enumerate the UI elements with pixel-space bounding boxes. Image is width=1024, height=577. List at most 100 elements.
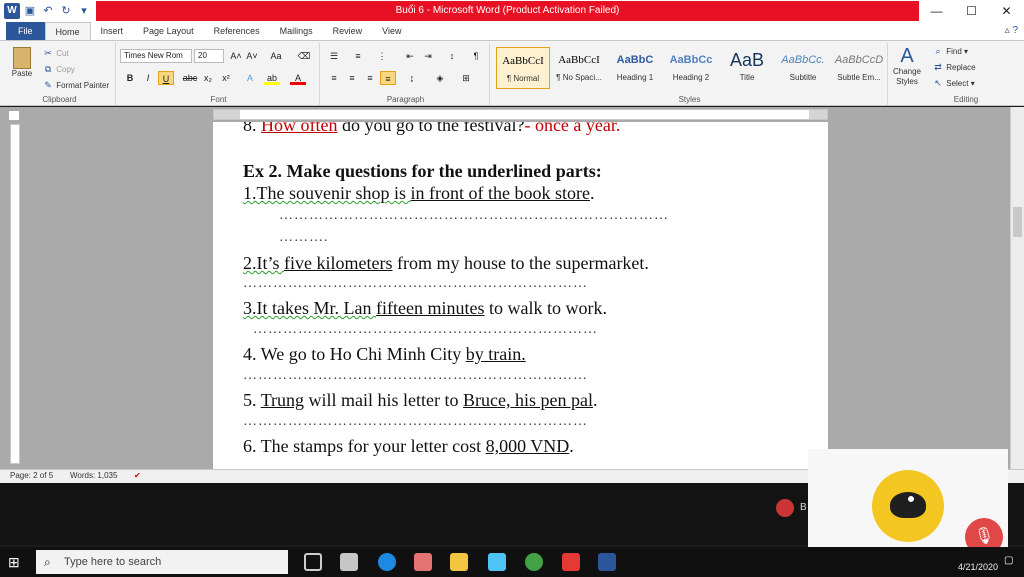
style-title[interactable]: AaB Title (720, 47, 774, 89)
style-normal[interactable]: AaBbCcI ¶ Normal (496, 47, 550, 89)
tab-references[interactable]: References (204, 22, 270, 40)
customize-qat-icon[interactable]: ▾ (76, 3, 92, 19)
bold-icon[interactable]: B (122, 71, 138, 85)
answer-line-2[interactable]: …………………………………………………………… (243, 276, 748, 292)
tab-file[interactable]: File (6, 22, 45, 40)
grow-font-icon[interactable]: A˄ (228, 49, 244, 63)
window-title: Buổi 6 - Microsoft Word (Product Activat… (96, 1, 919, 21)
document-page[interactable]: 8. How often do you go to the festival?-… (213, 122, 828, 469)
paste-button[interactable]: Paste (10, 45, 34, 85)
bird-eye (906, 494, 916, 504)
redo-icon[interactable]: ↻ (58, 3, 74, 19)
windows-start-icon[interactable]: ⊞ (8, 554, 24, 570)
select-button[interactable]: ↖ Select ▾ (932, 77, 975, 89)
help-icon[interactable]: ▵ ? (1005, 25, 1018, 36)
record-icon[interactable] (776, 499, 794, 517)
show-marks-icon[interactable]: ¶ (468, 49, 484, 63)
notification-icon[interactable]: ▢ (1004, 555, 1018, 569)
page-count[interactable]: Page: 2 of 5 (10, 471, 53, 480)
app-icon[interactable] (414, 553, 432, 571)
app2-icon[interactable] (488, 553, 506, 571)
tab-mailings[interactable]: Mailings (270, 22, 323, 40)
word-count[interactable]: Words: 1,035 (70, 471, 117, 480)
clear-format-icon[interactable]: ⌫ (296, 49, 312, 63)
increase-indent-icon[interactable]: ⇥ (420, 49, 436, 63)
subscript-icon[interactable]: x₂ (200, 71, 216, 85)
font-size-select[interactable]: 20 (194, 49, 224, 63)
tab-selector-button[interactable] (8, 110, 20, 121)
answer-line-1b[interactable]: ………. (279, 230, 359, 246)
line-spacing-icon[interactable]: ↨ (404, 71, 420, 85)
underline-icon[interactable]: U (158, 71, 174, 85)
answer-line-1[interactable]: …………………………………………………………………… (279, 208, 799, 224)
edge-icon[interactable] (378, 553, 396, 571)
style-subtitle[interactable]: AaBbCc. Subtitle (776, 47, 830, 89)
align-right-icon[interactable]: ≡ (362, 71, 378, 85)
select-cursor-icon: ↖ (934, 78, 942, 88)
text-effects-icon[interactable]: A (242, 71, 258, 85)
change-case-icon[interactable]: Aa (268, 49, 284, 63)
decrease-indent-icon[interactable]: ⇤ (402, 49, 418, 63)
vertical-scrollbar[interactable] (1010, 107, 1024, 469)
answer-line-5[interactable]: …………………………………………………………… (243, 414, 748, 430)
taskbar: ⊞ ⌕ Type here to search 4/21/2020 ▢ (0, 547, 1024, 577)
scroll-thumb[interactable] (1013, 207, 1022, 237)
chrome-icon[interactable] (525, 553, 543, 571)
highlight-icon[interactable]: ab (264, 71, 280, 85)
style-subtle-emphasis[interactable]: AaBbCcD Subtle Em... (832, 47, 886, 89)
vertical-ruler[interactable] (10, 124, 20, 464)
multilevel-list-icon[interactable]: ⋮ (374, 49, 390, 63)
ribbon: Paste ✂ Cut ⧉ Copy ✎ Format Painter Clip… (0, 40, 1024, 106)
borders-icon[interactable]: ⊞ (458, 71, 474, 85)
italic-icon[interactable]: I (140, 71, 156, 85)
shading-icon[interactable]: ◈ (432, 71, 448, 85)
taskbar-date[interactable]: 4/21/2020 (958, 562, 998, 572)
tab-insert[interactable]: Insert (91, 22, 134, 40)
tab-view[interactable]: View (372, 22, 411, 40)
replace-button[interactable]: ⇄ Replace (932, 61, 975, 73)
sort-icon[interactable]: ↕ (444, 49, 460, 63)
superscript-icon[interactable]: x² (218, 71, 234, 85)
group-label-editing: Editing (953, 95, 979, 104)
copy-button[interactable]: ⧉ Copy (42, 63, 75, 75)
tab-page-layout[interactable]: Page Layout (133, 22, 204, 40)
group-font: Times New Rom 20 A˄ A˅ Aa ⌫ B I U abc x₂… (118, 43, 320, 105)
proofing-icon[interactable]: ✔ (134, 471, 141, 480)
change-styles-button[interactable]: A Change Styles (888, 45, 926, 87)
numbering-icon[interactable]: ≡ (350, 49, 366, 63)
answer-line-3[interactable]: …………………………………………………………… (253, 322, 758, 338)
store-icon[interactable] (340, 553, 358, 571)
align-center-icon[interactable]: ≡ (344, 71, 360, 85)
style-no-spacing[interactable]: AaBbCcI ¶ No Spaci... (552, 47, 606, 89)
align-left-icon[interactable]: ≡ (326, 71, 342, 85)
shrink-font-icon[interactable]: A˅ (244, 49, 260, 63)
answer-line-4[interactable]: …………………………………………………………… (243, 368, 748, 384)
word-taskbar-icon[interactable] (598, 553, 616, 571)
justify-icon[interactable]: ≡ (380, 71, 396, 85)
close-icon[interactable]: ✕ (989, 0, 1024, 22)
save-icon[interactable]: ▣ (22, 3, 38, 19)
find-button[interactable]: ⌕ Find ▾ (932, 45, 968, 57)
word-icon[interactable]: W (4, 3, 20, 19)
format-painter-button[interactable]: ✎ Format Painter (42, 79, 109, 91)
horizontal-ruler[interactable] (213, 109, 828, 120)
change-styles-icon: A (900, 45, 914, 67)
cut-button[interactable]: ✂ Cut (42, 47, 68, 59)
item-6: 6. The stamps for your letter cost 8,000… (243, 436, 574, 456)
bullets-icon[interactable]: ☰ (326, 49, 342, 63)
font-name-select[interactable]: Times New Rom (120, 49, 192, 63)
style-heading-2[interactable]: AaBbCc Heading 2 (664, 47, 718, 89)
file-explorer-icon[interactable] (450, 553, 468, 571)
style-heading-1[interactable]: AaBbC Heading 1 (608, 47, 662, 89)
tab-review[interactable]: Review (323, 22, 373, 40)
taskbar-search-input[interactable]: ⌕ Type here to search (36, 550, 288, 574)
font-color-icon[interactable]: A (290, 71, 306, 85)
task-view-icon[interactable] (304, 553, 322, 571)
undo-icon[interactable]: ↶ (40, 3, 56, 19)
minimize-icon[interactable]: — (919, 0, 954, 22)
tab-home[interactable]: Home (44, 22, 91, 40)
strikethrough-icon[interactable]: abc (182, 71, 198, 85)
meeting-app-icon[interactable] (562, 553, 580, 571)
item-1: 1.The souvenir shop is in front of the b… (243, 183, 595, 203)
maximize-icon[interactable]: ☐ (954, 0, 989, 22)
